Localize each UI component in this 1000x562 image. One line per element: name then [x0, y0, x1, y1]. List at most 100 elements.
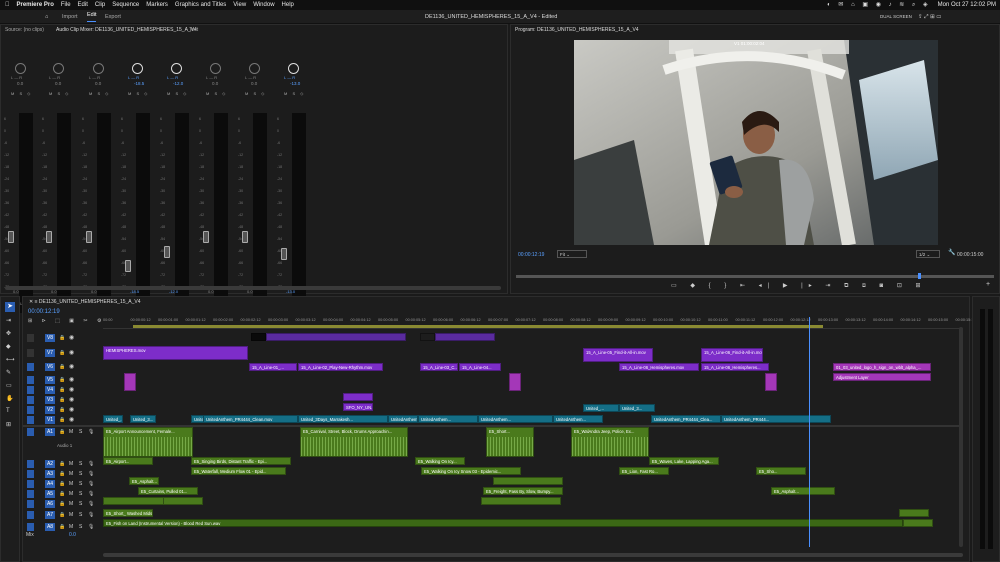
mic-icon[interactable]: 🎙 [88, 491, 94, 497]
timeline-toolbar[interactable]: ⊞ ⊳ ⬚ ▣ ✂ ⚙ [28, 318, 105, 324]
eye-icon[interactable]: ◉ [69, 406, 74, 413]
time-ruler[interactable]: 00:00 00:00:00:12 00:00:01:00 00:00:01:12 00… [103, 317, 976, 329]
timeline-clip[interactable]: E5_WalAndra Jeep, Police, Ex... [571, 427, 649, 457]
mic-icon[interactable]: 🎙 [88, 512, 94, 518]
pan-value[interactable]: 0.0 [212, 81, 218, 86]
eye-icon[interactable]: ◉ [69, 349, 74, 356]
track-select-icon[interactable]: ⇥ [6, 317, 11, 324]
timeline-clip[interactable]: 15_A_Line-04... [459, 363, 501, 371]
track-target[interactable] [27, 349, 34, 357]
mic-icon[interactable]: 🎙 [88, 524, 94, 530]
track-target[interactable] [27, 523, 34, 531]
mic-icon[interactable]: 🎙 [88, 501, 94, 507]
lock-icon[interactable]: 🔒 [59, 407, 65, 413]
menu-help[interactable]: Help [282, 0, 294, 10]
eye-icon[interactable]: ◉ [69, 376, 74, 383]
audio-track-header[interactable]: A8 🔒 M S 🎙 [23, 523, 103, 533]
solo-button[interactable]: S [79, 501, 82, 507]
timeline-clip[interactable] [493, 477, 563, 485]
tab-import[interactable]: Import [62, 10, 78, 24]
tab-edit[interactable]: Edit [87, 10, 97, 22]
resolution-dropdown[interactable]: 1/2 ⌄ [916, 250, 940, 258]
timeline-clip[interactable] [124, 373, 136, 391]
timeline-clip[interactable]: E5_Airport Announcement, Female... [103, 427, 193, 457]
timeline-clip[interactable] [163, 497, 203, 505]
track-label[interactable]: V5 [45, 376, 55, 384]
timeline-clip[interactable]: United_... [103, 415, 123, 423]
solo-button[interactable]: S [79, 429, 82, 435]
timeline-clip[interactable]: 15_A_Line-06_Hemispheres... [701, 363, 769, 371]
solo-button[interactable]: S [79, 471, 82, 477]
lock-icon[interactable]: 🔒 [59, 512, 65, 518]
home-icon[interactable]: ⌂ [45, 10, 48, 24]
timeline-clip[interactable]: E5_Airport... [103, 457, 153, 465]
lock-icon[interactable]: 🔒 [59, 471, 65, 477]
track-target[interactable] [27, 416, 34, 424]
lock-icon[interactable]: 🔒 [59, 461, 65, 467]
timeline-clip[interactable]: UnitedAnthem_PR4444_Clea... [651, 415, 721, 423]
track-target[interactable] [27, 480, 34, 488]
lock-icon[interactable]: 🔒 [59, 417, 65, 423]
track-target[interactable] [27, 376, 34, 384]
audio-track-header[interactable]: A5 🔒 M S 🎙 [23, 490, 103, 500]
timeline-clip[interactable]: United_3... [130, 415, 156, 423]
mix-value[interactable]: 0.0 [69, 532, 76, 538]
timeline-clip[interactable] [251, 333, 266, 341]
video-track-header[interactable]: V2 🔒 ◉ [23, 406, 103, 416]
volume-fader[interactable] [86, 231, 92, 243]
volume-fader[interactable] [164, 246, 170, 259]
video-track-header[interactable]: V4 🔒 ◉ [23, 386, 103, 396]
audio-track-header[interactable]: A4 🔒 M S 🎙 [23, 480, 103, 490]
volume-fader[interactable] [8, 231, 14, 243]
eye-icon[interactable]: ◉ [69, 396, 74, 403]
audio-track-header[interactable]: A6 🔒 M S 🎙 [23, 500, 103, 510]
pen-icon[interactable]: ✎ [6, 369, 11, 376]
tab-sequence[interactable]: ✕ ≡ DE1136_UNITED_HEMISPHERES_15_A_V4 [29, 298, 141, 307]
timeline-clip[interactable]: 15_A_Line-01_... [249, 363, 297, 371]
video-track-header[interactable]: V6 🔒 ◉ [23, 363, 103, 373]
solo-button[interactable]: S [79, 524, 82, 530]
timeline-clip[interactable]: E5_Waterfall, Medium Flow 01 - Epid... [191, 467, 286, 475]
tab-text[interactable]: Text [189, 26, 198, 35]
lock-icon[interactable]: 🔒 [59, 364, 65, 370]
timeline-clip[interactable]: E5_Walking On Icy... [415, 457, 465, 465]
wrench-icon[interactable]: 🔧 [948, 249, 955, 256]
timeline-clip[interactable]: E5_Asphalt... [129, 477, 159, 485]
timeline-clip[interactable]: SFO_NY_UN... [343, 403, 373, 411]
pan-knob[interactable] [93, 63, 104, 74]
timeline-clip[interactable]: UnitedAnthem... [388, 415, 418, 423]
timeline-clip[interactable] [481, 497, 561, 505]
audio-track-header[interactable]: A3 🔒 M S 🎙 [23, 470, 103, 480]
msr-buttons[interactable]: M S ◇ [245, 91, 266, 96]
menu-edit[interactable]: Edit [78, 0, 88, 10]
track-label[interactable]: A5 [45, 490, 55, 498]
timeline-clip[interactable] [420, 333, 435, 341]
track-label[interactable]: V7 [45, 349, 55, 357]
timeline-timecode[interactable]: 00:00:12:19 [28, 309, 60, 315]
timeline-clip[interactable]: UnitedAnthem_PR444... [721, 415, 831, 423]
add-button[interactable]: + [986, 281, 990, 288]
menu-file[interactable]: File [61, 0, 71, 10]
track-target[interactable] [27, 460, 34, 468]
timeline-clip[interactable]: E5_Waves, Lake, Lapping Aga... [649, 457, 719, 465]
pan-knob[interactable] [210, 63, 221, 74]
timeline-clip[interactable]: United_... [583, 404, 619, 412]
track-label[interactable]: V3 [45, 396, 55, 404]
timeline-clip[interactable]: Adjustment Layer [833, 373, 931, 381]
pan-knob[interactable] [171, 63, 182, 74]
share-icon[interactable]: ⇪ ⤢ ⊞ ▭ [918, 10, 941, 24]
solo-button[interactable]: S [79, 491, 82, 497]
track-label[interactable]: V6 [45, 363, 55, 371]
track-label[interactable]: V4 [45, 386, 55, 394]
track-label[interactable]: A3 [45, 470, 55, 478]
slip-icon[interactable]: ⟷ [6, 356, 15, 363]
timeline-clip[interactable]: UnitedAnthem_PR4444_Clean.mov [203, 415, 298, 423]
msr-buttons[interactable]: M S ◇ [167, 91, 188, 96]
timeline-clip[interactable]: E5_Asphalt... [771, 487, 835, 495]
track-target[interactable] [27, 386, 34, 394]
timeline-clip[interactable]: E5_Walking On Icy Snow 03 - Epidemic... [421, 467, 521, 475]
status-icons[interactable]: ◐ ✉ ⌂ ▣ ◉ ♪ ≋ ⌕ ◈ [827, 0, 931, 10]
timeline-clip[interactable]: HEMISPHERES.mov [103, 346, 248, 360]
apple-icon[interactable]:  [5, 0, 10, 10]
mic-icon[interactable]: 🎙 [88, 429, 94, 435]
